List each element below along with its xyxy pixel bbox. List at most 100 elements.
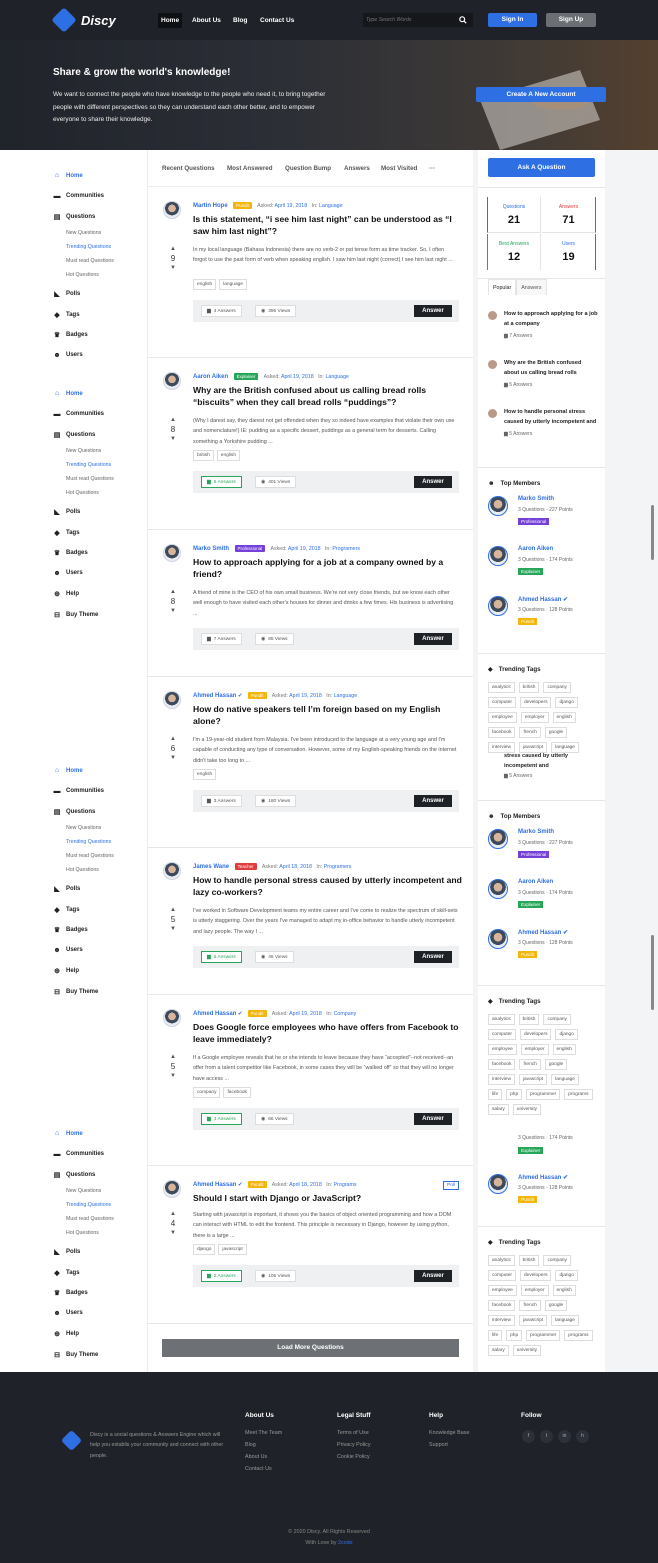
tag-chip[interactable]: company <box>543 1255 571 1266</box>
sidebar-item-tags[interactable]: ◆ Tags <box>53 1269 79 1277</box>
sidebar-item-tags[interactable]: ◆ Tags <box>53 311 79 319</box>
question-date[interactable]: April 19, 2018 <box>275 203 308 209</box>
member-name[interactable]: Ahmed Hassan ✔ <box>518 596 568 603</box>
tag-chip[interactable]: french <box>519 727 541 738</box>
author-avatar[interactable] <box>163 544 181 562</box>
sidebar-item-communities[interactable]: ▬ Communities <box>53 1151 105 1158</box>
tag-chip[interactable]: google <box>544 727 568 738</box>
author-name[interactable]: Martin Hope <box>193 203 228 209</box>
answers-count-button[interactable]: ▆ 5 Answers <box>201 476 242 488</box>
answer-button[interactable]: Answer <box>414 951 452 963</box>
scrollbar-thumb[interactable] <box>651 935 654 1010</box>
tag-chip[interactable]: interview <box>488 1315 515 1326</box>
sidebar-subitem[interactable]: Trending Questions <box>66 462 111 468</box>
sidebar-item-communities[interactable]: ▬ Communities <box>53 411 105 418</box>
author-avatar[interactable] <box>163 862 181 880</box>
answer-button[interactable]: Answer <box>414 1113 452 1125</box>
member-avatar[interactable] <box>488 879 508 899</box>
tag-chip[interactable]: javascript <box>218 1244 247 1255</box>
tag-chip[interactable]: language <box>551 1315 579 1326</box>
answer-button[interactable]: Answer <box>414 795 452 807</box>
sidebar-item-home[interactable]: ⌂ Home <box>53 390 83 397</box>
question-category[interactable]: Language <box>319 203 343 209</box>
tag-chip[interactable]: php <box>506 1330 523 1341</box>
question-title[interactable]: How do native speakers tell I’m foreign … <box>193 703 463 727</box>
tag-chip[interactable]: google <box>544 1300 568 1311</box>
tab-answers[interactable]: Answers <box>344 165 370 172</box>
question-date[interactable]: April 18, 2018 <box>279 864 312 870</box>
tag-chip[interactable]: university <box>512 1345 542 1356</box>
upvote-icon[interactable]: ▲ <box>168 1053 178 1061</box>
question-title[interactable]: How to handle personal stress caused by … <box>193 874 463 898</box>
sidebar-item-users[interactable]: ☻ Users <box>53 570 82 577</box>
load-more-button[interactable]: Load More Questions <box>162 1339 459 1357</box>
sidebar-subitem[interactable]: Hot Questions <box>66 490 99 496</box>
tag-chip[interactable]: british <box>518 1255 540 1266</box>
tag-chip[interactable]: english <box>216 450 240 461</box>
tag-chip[interactable]: employee <box>488 1285 517 1296</box>
tag-chip[interactable]: language <box>551 1074 579 1085</box>
create-account-button[interactable]: Create A New Account <box>476 87 606 102</box>
upvote-icon[interactable]: ▲ <box>168 245 178 253</box>
sidebar-item-questions[interactable]: ▤ Questions <box>53 808 96 816</box>
tab-question-bump[interactable]: Question Bump <box>285 165 331 172</box>
popular-question-title[interactable]: stress caused by utterly incompetent and <box>504 751 598 771</box>
sidebar-item-communities[interactable]: ▬ Communities <box>53 193 105 200</box>
sidebar-item-users[interactable]: ☻ Users <box>53 1310 82 1317</box>
tag-chip[interactable]: programmer <box>526 1330 561 1341</box>
tag-chip[interactable]: computer <box>488 1270 516 1281</box>
member-avatar[interactable] <box>488 546 508 566</box>
sidebar-subitem[interactable]: Hot Questions <box>66 272 99 278</box>
sidebar-item-badges[interactable]: ♛ Badges <box>53 1289 88 1297</box>
author-name[interactable]: Ahmed Hassan <box>193 1011 236 1017</box>
tag-chip[interactable]: developers <box>520 1270 552 1281</box>
tab-recent-questions[interactable]: Recent Questions <box>162 165 215 172</box>
member-name[interactable]: Ahmed Hassan ✔ <box>518 929 568 936</box>
ask-question-button[interactable]: Ask A Question <box>488 158 595 177</box>
tag-chip[interactable]: javascript <box>518 1074 548 1085</box>
author-avatar[interactable] <box>488 409 497 418</box>
nav-home[interactable]: Home <box>158 13 183 28</box>
downvote-icon[interactable]: ▼ <box>168 1072 178 1080</box>
question-category[interactable]: Programers <box>324 864 352 870</box>
question-title[interactable]: Should I start with Django or JavaScript… <box>193 1192 463 1204</box>
author-avatar[interactable] <box>163 201 181 219</box>
author-name[interactable]: Ahmed Hassan <box>193 1182 236 1188</box>
houzz-icon[interactable]: h <box>576 1430 589 1443</box>
tag-chip[interactable]: english <box>193 279 217 290</box>
sidebar-item-users[interactable]: ☻ Users <box>53 947 82 954</box>
footer-link[interactable]: Blog <box>245 1442 256 1448</box>
member-avatar[interactable] <box>488 1174 508 1194</box>
sidebar-item-polls[interactable]: ◣ Polls <box>53 1248 80 1256</box>
popular-question-title[interactable]: How to handle personal stress caused by … <box>504 407 598 427</box>
sidebar-item-questions[interactable]: ▤ Questions <box>53 1171 96 1179</box>
member-avatar[interactable] <box>488 596 508 616</box>
credit-link[interactable]: 2code <box>338 1540 353 1546</box>
author-avatar[interactable] <box>163 1009 181 1027</box>
author-name[interactable]: Ahmed Hassan <box>193 693 236 699</box>
sidebar-subitem[interactable]: New Questions <box>66 448 101 454</box>
answers-count-button[interactable]: ▆ 4 Answers <box>201 305 242 317</box>
tag-chip[interactable]: facebook <box>488 727 516 738</box>
downvote-icon[interactable]: ▼ <box>168 435 178 443</box>
question-date[interactable]: April 18, 2018 <box>289 1182 322 1188</box>
tag-chip[interactable]: computer <box>488 1029 516 1040</box>
sidebar-item-buy-theme[interactable]: ⊟ Buy Theme <box>53 1351 98 1359</box>
question-title[interactable]: Does Google force employees who have off… <box>193 1021 463 1045</box>
sidebar-subitem[interactable]: Trending Questions <box>66 244 111 250</box>
tag-chip[interactable]: analytics <box>488 1255 515 1266</box>
sidebar-item-communities[interactable]: ▬ Communities <box>53 788 105 795</box>
sidebar-subitem[interactable]: Hot Questions <box>66 867 99 873</box>
tag-chip[interactable]: english <box>552 1044 576 1055</box>
author-avatar[interactable] <box>488 360 497 369</box>
tag-chip[interactable]: analytics <box>488 1014 515 1025</box>
tag-chip[interactable]: django <box>555 1270 578 1281</box>
tag-chip[interactable]: google <box>544 1059 568 1070</box>
sidebar-subitem[interactable]: Trending Questions <box>66 839 111 845</box>
tag-chip[interactable]: analytics <box>488 682 515 693</box>
downvote-icon[interactable]: ▼ <box>168 607 178 615</box>
member-name[interactable]: Ahmed Hassan ✔ <box>518 1174 568 1181</box>
nav-blog[interactable]: Blog <box>230 13 250 28</box>
tag-chip[interactable]: french <box>519 1300 541 1311</box>
author-avatar[interactable] <box>163 372 181 390</box>
